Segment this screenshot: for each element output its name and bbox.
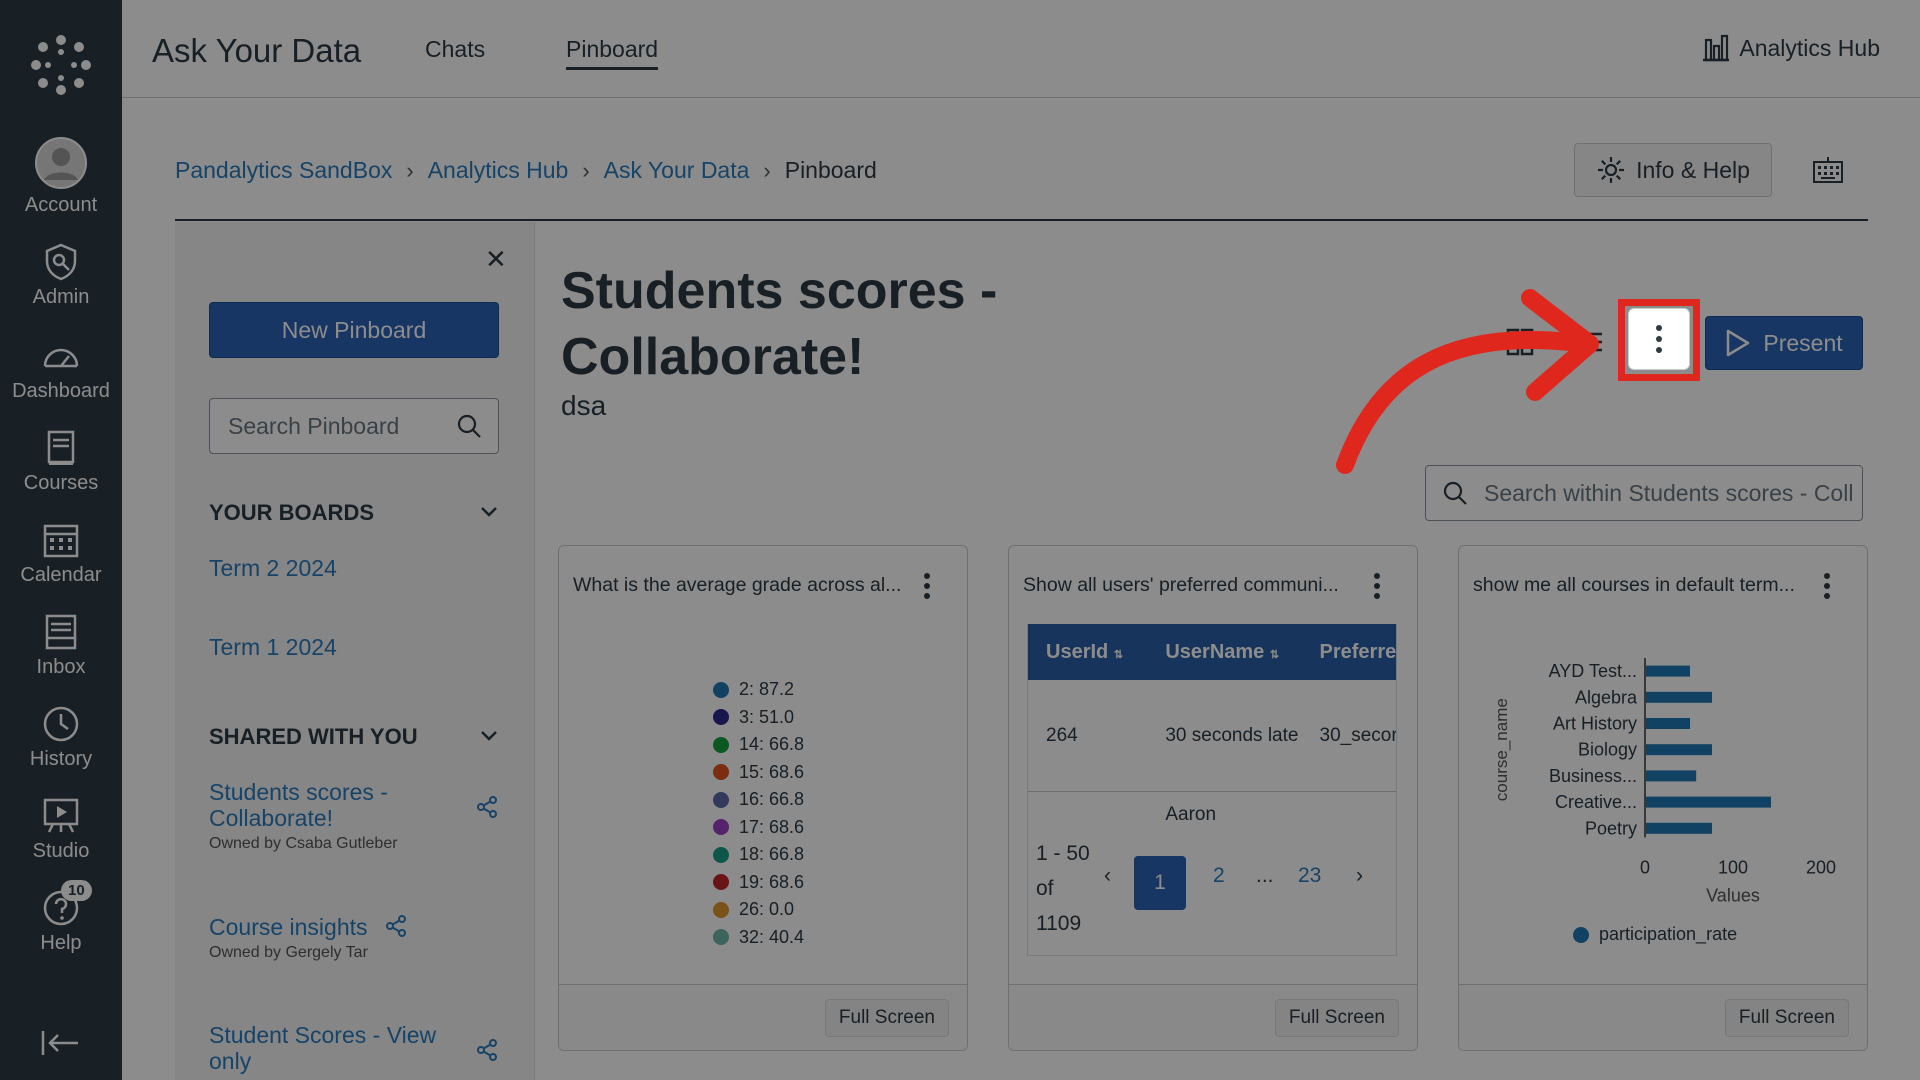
- pointer-arrow-icon: [1336, 289, 1599, 474]
